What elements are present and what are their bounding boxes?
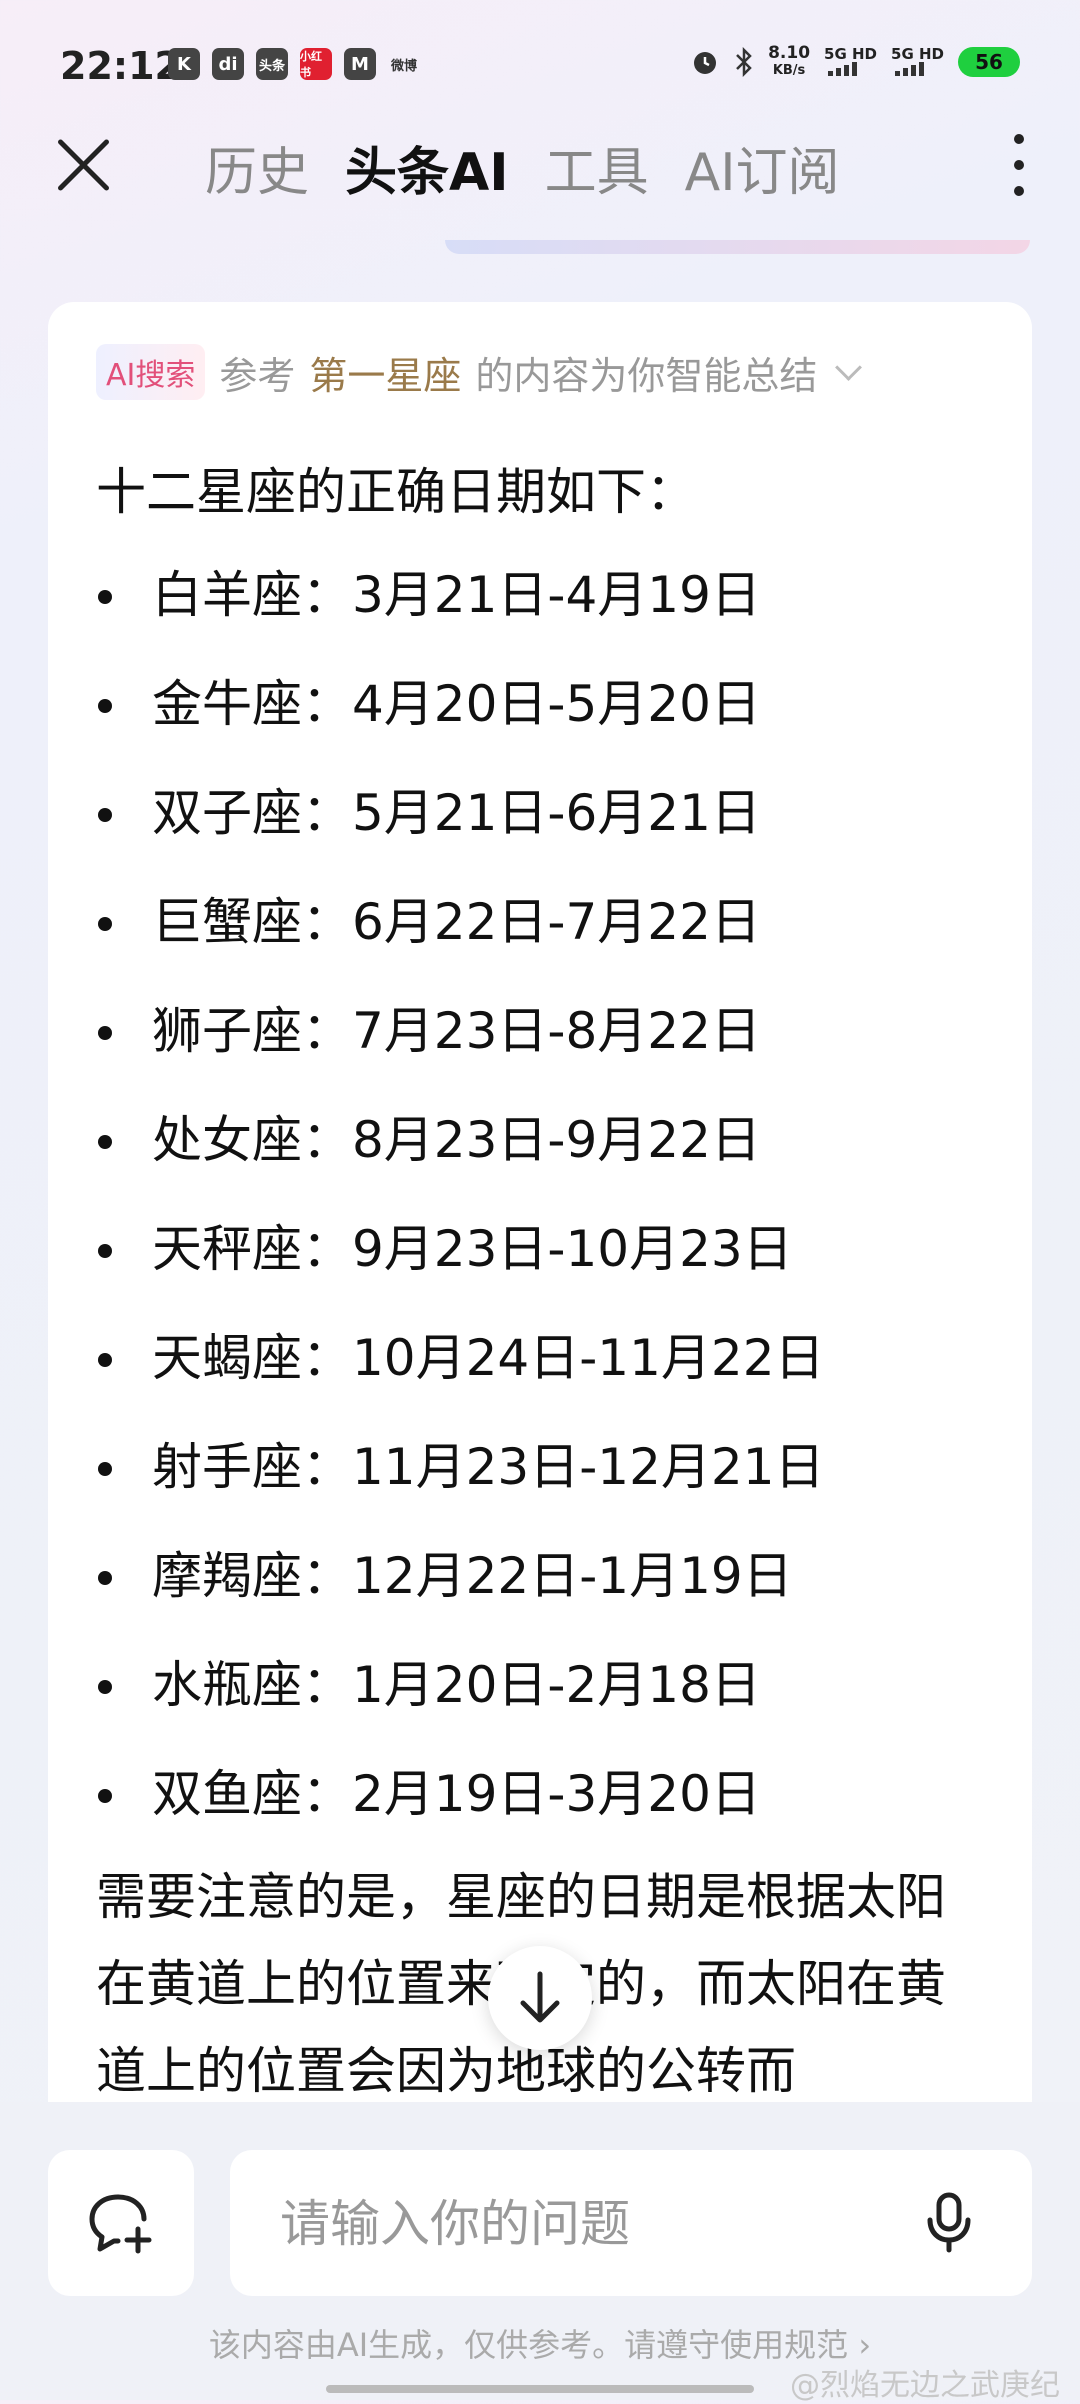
list-item: 白羊座：3月21日-4月19日 [96, 560, 825, 669]
list-item: 金牛座：4月20日-5月20日 [96, 669, 825, 778]
app-weibo-icon: 微博 [390, 58, 417, 74]
question-input-box[interactable] [230, 2150, 1032, 2296]
alarm-icon [694, 52, 717, 74]
list-item: 处女座：8月23日-9月22日 [96, 1105, 825, 1214]
arrow-down-icon [520, 1971, 560, 2023]
signal-bars-icon [828, 61, 858, 76]
answer-card: AI搜索 参考 第一星座 的内容为你智能总结 十二星座的正确日期如下： 白羊座：… [48, 302, 1032, 2102]
list-item: 摩羯座：12月22日-1月19日 [96, 1541, 825, 1650]
tab-bar: 历史 头条AI 工具 AI订阅 [205, 130, 840, 205]
source-suffix: 的内容为你智能总结 [475, 353, 818, 398]
list-item: 双鱼座：2月19日-3月20日 [96, 1759, 825, 1868]
signal-bars-icon [895, 61, 925, 76]
signal-2: 5G HD [891, 46, 944, 79]
previous-card-edge [445, 240, 1030, 254]
source-link[interactable]: 第一星座 [309, 345, 461, 400]
chevron-down-icon[interactable] [835, 353, 863, 381]
question-input[interactable] [278, 2188, 882, 2260]
app-xiaohongshu-icon: 小红书 [300, 48, 332, 80]
app-toutiao-icon: 头条 [256, 48, 288, 80]
tab-history[interactable]: 历史 [205, 130, 309, 205]
home-indicator[interactable] [326, 2385, 754, 2393]
microphone-icon[interactable] [926, 2192, 972, 2254]
more-menu-icon[interactable] [1014, 134, 1024, 212]
list-item: 天秤座：9月23日-10月23日 [96, 1214, 825, 1323]
status-right: 8.10 KB/s 5G HD 5G HD 56 [690, 44, 1020, 80]
chat-plus-icon [89, 2194, 152, 2254]
source-prefix: 参考 [219, 353, 296, 398]
list-item: 巨蟹座：6月22日-7月22日 [96, 887, 825, 996]
status-app-icons: K di 头条 小红书 M 微博 [168, 48, 420, 80]
list-item: 天蝎座：10月24日-11月22日 [96, 1323, 825, 1432]
list-item: 水瓶座：1月20日-2月18日 [96, 1650, 825, 1759]
battery-indicator: 56 [958, 47, 1020, 77]
status-time: 22:12 [60, 44, 181, 88]
bluetooth-icon [736, 47, 752, 77]
scroll-down-button[interactable] [488, 1946, 592, 2050]
tab-tools[interactable]: 工具 [545, 130, 649, 205]
close-icon[interactable] [54, 136, 112, 194]
app-m-icon: M [344, 48, 376, 80]
tab-toutiao-ai[interactable]: 头条AI [345, 130, 509, 205]
new-chat-button[interactable] [48, 2150, 194, 2296]
ai-search-badge: AI搜索 [96, 344, 206, 400]
source-line[interactable]: AI搜索 参考 第一星座 的内容为你智能总结 [96, 344, 863, 400]
list-item: 双子座：5月21日-6月21日 [96, 778, 825, 887]
list-item: 狮子座：7月23日-8月22日 [96, 996, 825, 1105]
zodiac-list: 白羊座：3月21日-4月19日 金牛座：4月20日-5月20日 双子座：5月21… [96, 560, 825, 1868]
app-k-icon: K [168, 48, 200, 80]
net-speed: 8.10 KB/s [768, 43, 811, 78]
list-item: 射手座：11月23日-12月21日 [96, 1432, 825, 1541]
signal-1: 5G HD [824, 46, 877, 79]
watermark: @烈焰无边之武庚纪 [790, 2368, 1060, 2403]
answer-intro: 十二星座的正确日期如下： [96, 463, 696, 521]
tab-ai-subscribe[interactable]: AI订阅 [685, 130, 840, 205]
chevron-right-icon: › [858, 2326, 872, 2364]
top-nav: 历史 头条AI 工具 AI订阅 [0, 110, 1080, 220]
app-di-icon: di [212, 48, 244, 80]
